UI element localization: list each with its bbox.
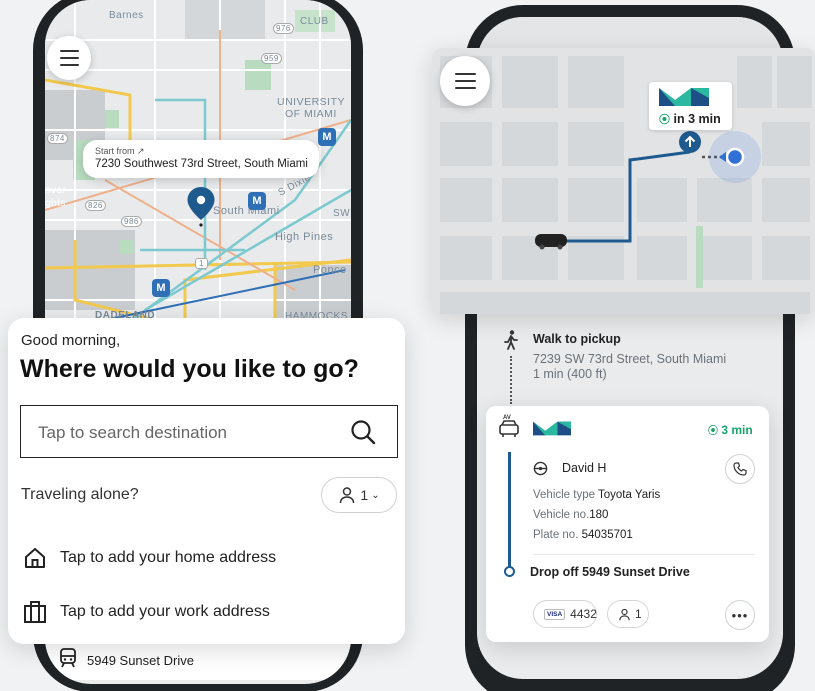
where-to-sheet: Good morning, Where would you like to go… [8,318,405,644]
brand-logo-icon [533,421,571,436]
map-label-high-pines: High Pines [275,231,334,243]
map-label-ghts: ghts [45,198,66,209]
building-icon [24,601,46,623]
map-label-nvar: nvar [45,185,67,196]
passenger-count-button[interactable]: 1 ⌄ [321,477,397,513]
more-options-icon: ••• [731,607,749,623]
more-options-button[interactable]: ••• [725,600,755,630]
add-home-label: Tap to add your home address [60,549,277,566]
search-input[interactable]: Tap to search destination [38,423,227,443]
visa-card-icon: VISA [544,608,566,620]
metro-station-icon[interactable]: M [318,128,336,146]
map-label-sw7: SW 7 [333,208,351,219]
walk-title: Walk to pickup [533,332,621,346]
divider [533,554,755,555]
road-shield-874: 874 [47,133,68,144]
ride-details-card[interactable]: AV ⦿ 3 min David H Vehicle type Toyota Y… [486,406,769,642]
dropoff-dot [504,566,515,577]
greeting: Good morning, [21,332,121,349]
ride-map[interactable] [432,48,815,314]
start-from-label: Start from ↗ [95,146,145,156]
location-pin-icon[interactable] [186,186,216,228]
train-icon [60,648,76,668]
map-label-ponce: Ponce [313,264,347,276]
recent-destination-item[interactable]: 5949 Sunset Drive [45,640,351,680]
map-label-university: UNIVERSITY [277,96,346,108]
brand-logo-icon [659,88,709,106]
passenger-count-value: 1 [360,487,369,503]
arrow-up-right-icon: ↗ [137,146,145,156]
menu-button[interactable] [47,36,91,80]
walking-person-icon [504,330,518,350]
chevron-down-icon: ⌄ [371,489,380,501]
ride-map-card[interactable]: ⦿ in 3 min [432,48,815,314]
vehicle-no-row: Vehicle no.180 [533,509,609,521]
plate-no-row: Plate no. 54035701 [533,529,633,541]
hamburger-line [59,64,79,66]
metro-station-icon[interactable]: M [248,192,266,210]
hamburger-line [454,73,476,75]
card-last4: 4432 [570,607,597,621]
vehicle-type-row: Vehicle type Toyota Yaris [533,489,661,501]
hamburger-line [454,87,476,89]
person-icon [340,487,355,504]
phone-icon [733,462,747,476]
home-icon [25,548,45,568]
passenger-chip[interactable]: 1 [607,600,649,628]
dropoff-row: Drop off 5949 Sunset Drive [530,565,690,579]
add-work-address-row[interactable]: Tap to add your work address [8,594,405,630]
eta-badge: ⦿ in 3 min [649,82,732,130]
hamburger-line [454,80,476,82]
road-shield-1: 1 [195,258,208,269]
map-label-of-miami: OF MIAMI [285,108,337,120]
search-destination-box[interactable]: Tap to search destination [20,405,398,458]
map-label-south-miami: South Miami [213,205,280,217]
road-shield-959: 959 [261,53,282,64]
traveling-alone-label: Traveling alone? [21,486,139,503]
walk-address: 7239 SW 73rd Street, South Miami [533,352,727,366]
recent-destination-label: 5949 Sunset Drive [87,653,194,668]
map-label-club: CLUB [300,16,329,27]
road-shield-986: 986 [121,216,142,227]
road-shield-826: 826 [85,200,106,211]
steering-wheel-icon [533,461,548,476]
walk-dotted-connector [510,356,512,404]
driver-name: David H [562,461,607,475]
hamburger-line [59,50,79,52]
headline: Where would you like to go? [20,355,359,383]
start-address: 7230 Southwest 73rd Street, South Miami [95,158,308,170]
eta-badge-text: ⦿ in 3 min [659,112,721,126]
signal-icon: ⦿ [659,114,670,126]
start-from-pill[interactable]: Start from ↗ 7230 Southwest 73rd Street,… [83,140,319,178]
av-label: AV [503,415,511,421]
route-line [508,452,511,568]
menu-button[interactable] [440,56,490,106]
add-work-label: Tap to add your work address [60,603,270,620]
hamburger-line [59,57,79,59]
metro-station-icon[interactable]: M [152,279,170,297]
passenger-chip-count: 1 [635,607,642,621]
payment-method-chip[interactable]: VISA 4432 [533,600,597,628]
search-icon[interactable] [350,419,376,445]
map-label-barnes: Barnes [109,10,144,21]
person-icon [619,608,630,620]
walk-to-pickup-section: Walk to pickup 7239 SW 73rd Street, Sout… [477,320,783,404]
call-driver-button[interactable] [725,454,755,484]
signal-icon: ⦿ [708,426,718,437]
ride-eta: ⦿ 3 min [708,423,753,437]
road-shield-976: 976 [273,23,294,34]
walk-detail: 1 min (400 ft) [533,367,607,381]
add-home-address-row[interactable]: Tap to add your home address [8,540,405,576]
